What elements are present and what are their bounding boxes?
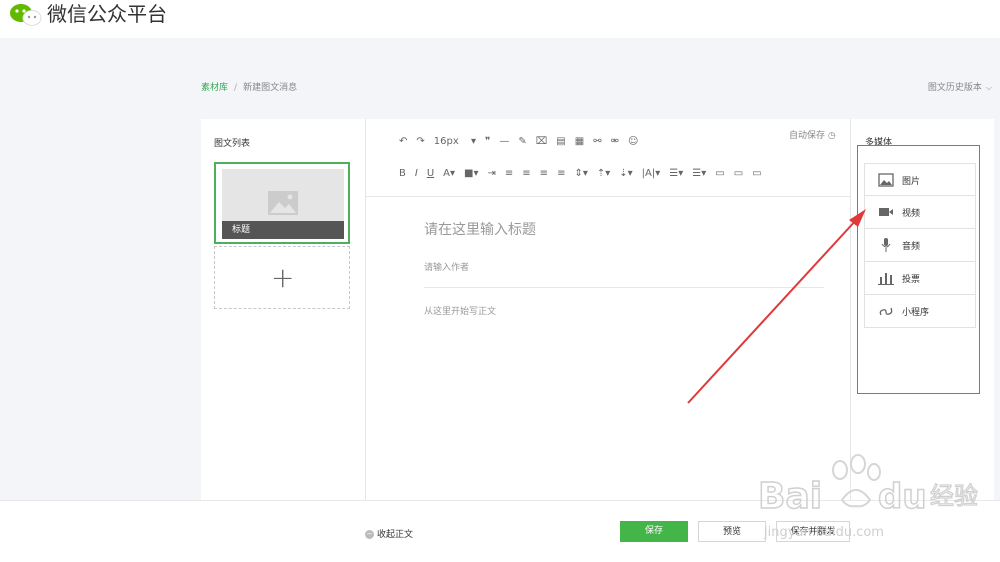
collapse-body-button[interactable]: − 收起正文 [365,527,413,540]
baidu-watermark-logo: Bai du 经验 jingyan.baidu.com [757,454,979,540]
save-button[interactable]: 保存 [620,521,688,542]
svg-text:jingyan.baidu.com: jingyan.baidu.com [763,525,884,540]
collapse-label: 收起正文 [377,530,414,540]
collapse-icon: − [365,530,374,539]
svg-text:du: du [878,477,927,517]
svg-text:Bai: Bai [758,476,822,517]
svg-text:经验: 经验 [930,482,978,510]
